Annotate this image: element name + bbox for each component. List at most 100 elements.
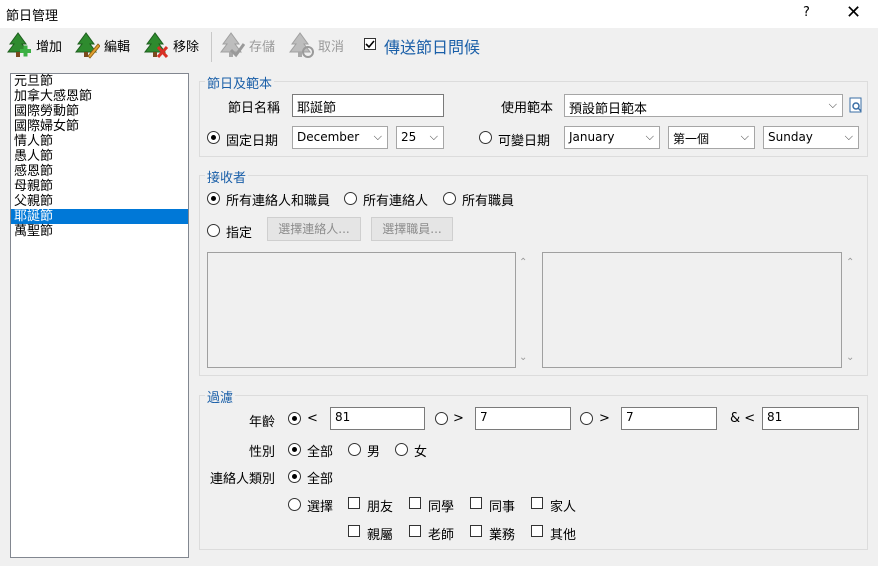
- age-lt-radio[interactable]: [288, 412, 301, 425]
- chevron-down-icon: ⌵: [740, 130, 749, 143]
- choose-staff-button[interactable]: 選擇職員...: [371, 217, 453, 241]
- type-checkbox-business[interactable]: [470, 525, 482, 537]
- remove-label: 移除: [173, 39, 200, 55]
- holiday-list-item[interactable]: 母親節: [11, 179, 188, 194]
- all-contacts-staff-label: 所有連絡人和職員: [226, 194, 331, 209]
- age-gt-radio[interactable]: [435, 412, 448, 425]
- type-checkbox-family[interactable]: [531, 497, 543, 509]
- age-label: 年齡: [249, 415, 276, 430]
- variable-week-select[interactable]: 第一個 ⌵: [668, 126, 755, 149]
- send-greeting-checkbox[interactable]: [364, 38, 376, 50]
- holiday-list-item[interactable]: 父親節: [11, 194, 188, 209]
- variable-week-value: 第一個: [673, 132, 710, 146]
- type-label-colleagues: 同事: [489, 500, 516, 515]
- type-checkbox-teachers[interactable]: [409, 525, 421, 537]
- contact-type-label: 連絡人類別: [210, 472, 276, 487]
- age-gt-input[interactable]: 7: [475, 407, 571, 430]
- holiday-list-item[interactable]: 元旦節: [11, 74, 188, 89]
- template-label: 使用範本: [501, 101, 554, 116]
- holiday-list-item[interactable]: 加拿大感恩節: [11, 89, 188, 104]
- type-all-radio[interactable]: [288, 470, 301, 483]
- choose-contacts-button[interactable]: 選擇連絡人...: [267, 217, 361, 241]
- close-button[interactable]: ✕: [846, 2, 861, 23]
- save-label: 存儲: [249, 39, 276, 55]
- contacts-listbox[interactable]: [207, 252, 516, 368]
- scroll-down-icon[interactable]: ⌄: [519, 352, 527, 363]
- holiday-list-item[interactable]: 萬聖節: [11, 224, 188, 239]
- age-range-radio[interactable]: [580, 412, 593, 425]
- type-label-friends: 朋友: [367, 500, 394, 515]
- template-preview-icon[interactable]: [849, 97, 863, 113]
- scroll-down-icon[interactable]: ⌄: [846, 352, 854, 363]
- holiday-list-item[interactable]: 耶誕節: [11, 209, 188, 224]
- month-select[interactable]: December ⌵: [292, 126, 388, 149]
- age-range-to-input[interactable]: 81: [762, 407, 859, 430]
- age-lt-input[interactable]: 81: [330, 407, 425, 430]
- type-label-business: 業務: [489, 528, 516, 543]
- holiday-list-item[interactable]: 國際勞動節: [11, 104, 188, 119]
- fixed-date-label: 固定日期: [226, 134, 279, 149]
- fixed-date-radio[interactable]: [207, 131, 220, 144]
- age-gt-op: >: [453, 411, 464, 426]
- template-select[interactable]: 預設節日範本 ⌵: [564, 94, 843, 117]
- day-select[interactable]: 25 ⌵: [396, 126, 444, 149]
- type-select-radio[interactable]: [288, 498, 301, 511]
- variable-month-select[interactable]: January ⌵: [564, 126, 660, 149]
- send-greeting-label[interactable]: 傳送節日問候: [384, 34, 480, 58]
- help-button[interactable]: ?: [803, 5, 810, 20]
- scroll-up-icon[interactable]: ⌃: [519, 257, 527, 268]
- variable-day-select[interactable]: Sunday ⌵: [763, 126, 859, 149]
- age-range-from-input[interactable]: 7: [621, 407, 717, 430]
- type-label-family: 家人: [550, 500, 577, 515]
- specify-radio[interactable]: [207, 224, 220, 237]
- specify-label: 指定: [226, 226, 253, 241]
- holiday-list-item[interactable]: 感恩節: [11, 164, 188, 179]
- holiday-name-input[interactable]: 耶誕節: [292, 94, 444, 117]
- gender-male-radio[interactable]: [348, 443, 361, 456]
- gender-male-label: 男: [367, 445, 381, 460]
- gender-female-label: 女: [414, 445, 428, 460]
- type-checkbox-colleagues[interactable]: [470, 497, 482, 509]
- type-checkbox-friends[interactable]: [348, 497, 360, 509]
- age-lt-op: <: [307, 411, 318, 426]
- scroll-up-icon[interactable]: ⌃: [846, 257, 854, 268]
- all-staff-radio[interactable]: [443, 192, 456, 205]
- chevron-down-icon: ⌵: [844, 130, 853, 143]
- gender-female-radio[interactable]: [395, 443, 408, 456]
- holiday-list[interactable]: 元旦節 加拿大感恩節 國際勞動節 國際婦女節 情人節 愚人節 感恩節 母親節 父親節 耶誕節 萬聖節: [10, 73, 189, 558]
- all-contacts-label: 所有連絡人: [363, 194, 429, 209]
- chevron-down-icon: ⌵: [429, 130, 438, 143]
- cancel-label: 取消: [318, 39, 345, 55]
- variable-month-value: January: [569, 130, 615, 144]
- all-contacts-radio[interactable]: [344, 192, 357, 205]
- tree-edit-icon: [74, 32, 101, 59]
- gender-all-radio[interactable]: [288, 443, 301, 456]
- type-checkbox-classmates[interactable]: [409, 497, 421, 509]
- type-label-teachers: 老師: [428, 528, 455, 543]
- day-select-value: 25: [401, 130, 417, 144]
- holiday-list-item[interactable]: 國際婦女節: [11, 119, 188, 134]
- holiday-list-item[interactable]: 愚人節: [11, 149, 188, 164]
- add-button[interactable]: 增加: [6, 30, 62, 60]
- save-button[interactable]: 存儲: [219, 30, 275, 60]
- month-select-value: December: [297, 130, 360, 144]
- holiday-list-item[interactable]: 情人節: [11, 134, 188, 149]
- edit-button[interactable]: 編輯: [74, 30, 130, 60]
- type-checkbox-relatives[interactable]: [348, 525, 360, 537]
- all-contacts-staff-radio[interactable]: [207, 192, 220, 205]
- edit-label: 編輯: [104, 39, 131, 55]
- remove-button[interactable]: 移除: [143, 30, 199, 60]
- tree-cancel-icon: [288, 32, 314, 58]
- variable-date-radio[interactable]: [479, 131, 492, 144]
- cancel-button[interactable]: 取消: [288, 30, 344, 60]
- recipients-group-label: 接收者: [205, 167, 249, 186]
- holiday-name-label: 節日名稱: [228, 101, 281, 116]
- type-checkbox-other[interactable]: [531, 525, 543, 537]
- template-select-value: 預設節日範本: [569, 102, 648, 117]
- title-bar: 節日管理 ? ✕: [0, 0, 878, 28]
- add-label: 增加: [36, 39, 63, 55]
- chevron-down-icon: ⌵: [828, 98, 837, 111]
- type-label-relatives: 親屬: [367, 528, 394, 543]
- staff-listbox[interactable]: [542, 252, 842, 368]
- age-range-op2: & <: [730, 411, 756, 426]
